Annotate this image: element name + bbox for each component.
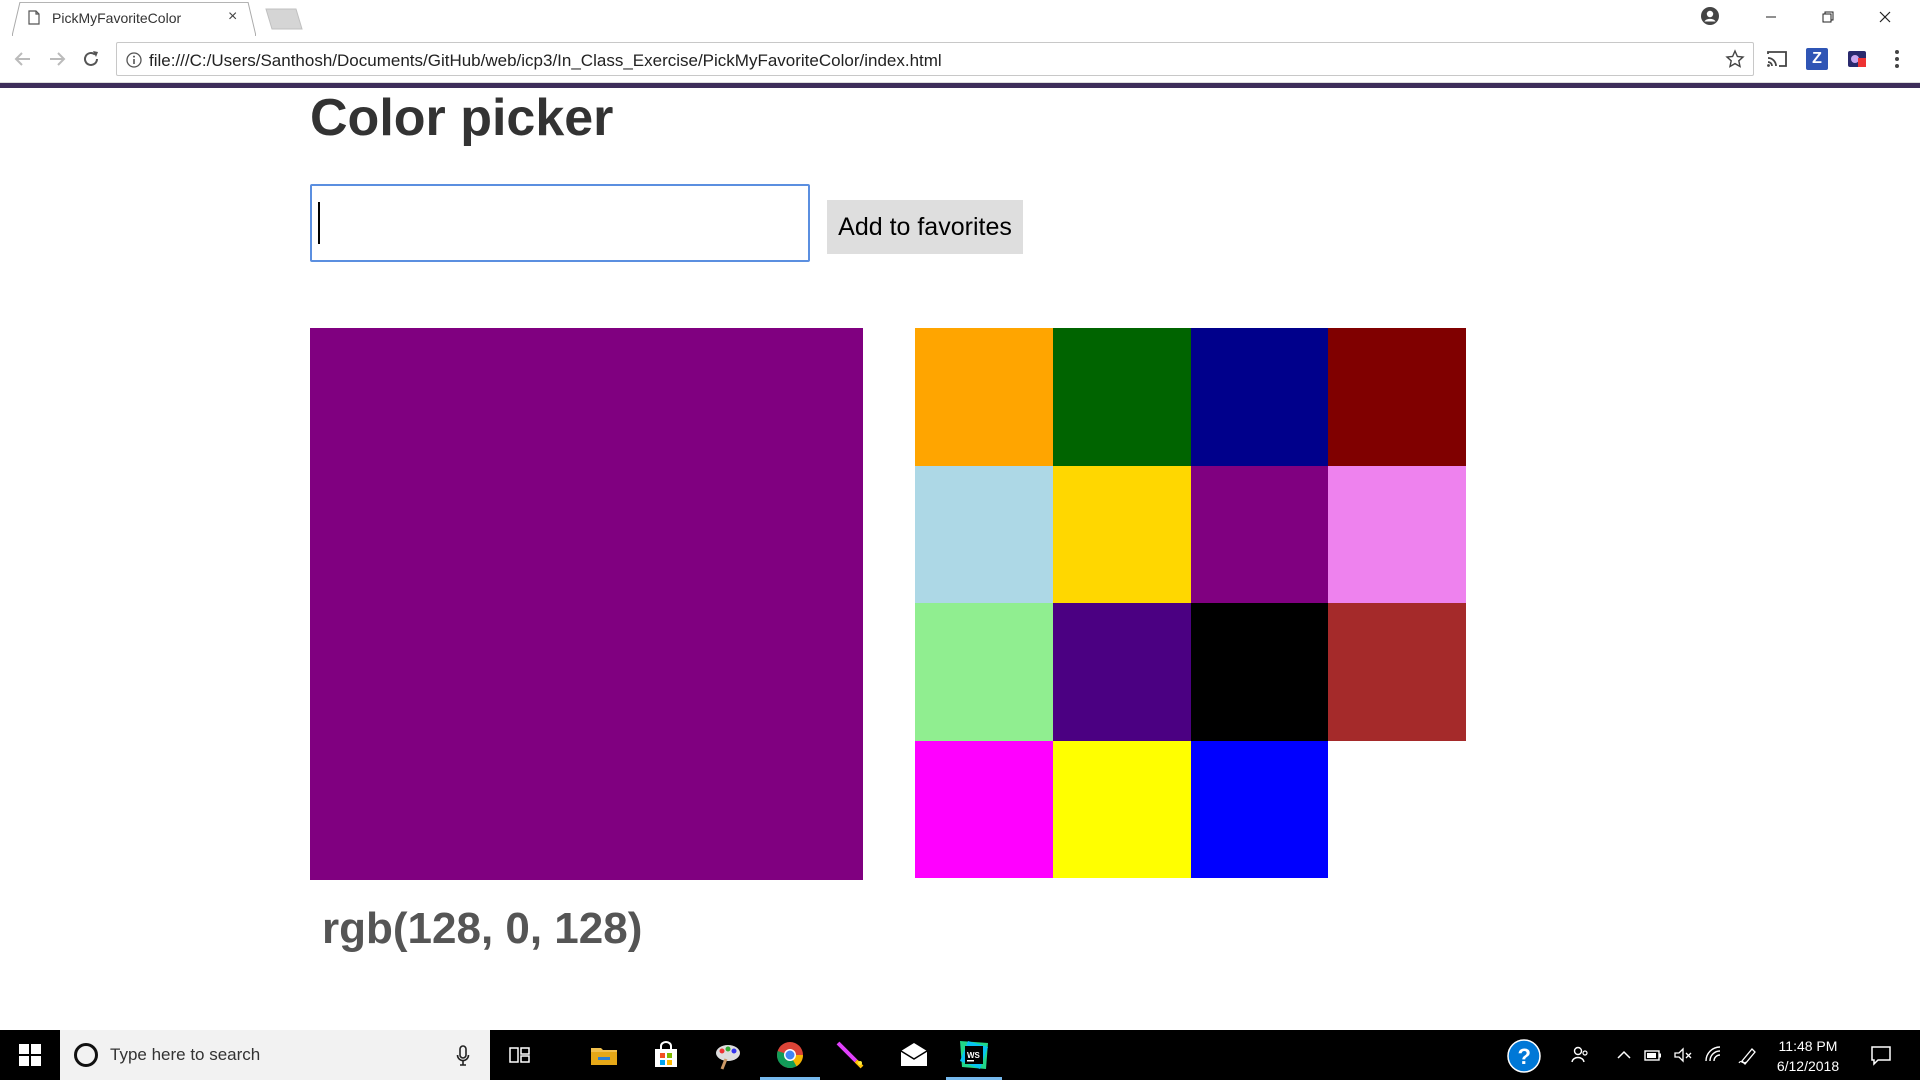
restore-button[interactable] bbox=[1805, 4, 1851, 30]
store-icon[interactable] bbox=[650, 1039, 682, 1071]
page-title: Color picker bbox=[310, 89, 614, 147]
wifi-icon[interactable] bbox=[1704, 1045, 1724, 1065]
people-icon[interactable] bbox=[1570, 1045, 1590, 1065]
cortana-icon bbox=[74, 1043, 98, 1067]
mail-icon[interactable] bbox=[898, 1039, 930, 1071]
add-to-favorites-button[interactable]: Add to favorites bbox=[827, 200, 1023, 254]
browser-tab-strip: PickMyFavoriteColor × bbox=[0, 0, 1920, 36]
reload-icon[interactable] bbox=[80, 48, 102, 70]
favorite-color-swatch[interactable] bbox=[1052, 328, 1191, 466]
favorite-color-swatch[interactable] bbox=[1190, 603, 1329, 741]
address-bar[interactable]: file:///C:/Users/Santhosh/Documents/GitH… bbox=[116, 42, 1754, 76]
task-view-icon[interactable] bbox=[504, 1039, 536, 1071]
favorite-color-swatch[interactable] bbox=[1328, 465, 1466, 603]
close-window-button[interactable] bbox=[1862, 4, 1908, 30]
favorite-colors-grid bbox=[915, 328, 1466, 878]
url-text: file:///C:/Users/Santhosh/Documents/GitH… bbox=[149, 51, 942, 70]
clock-date: 6/12/2018 bbox=[1776, 1058, 1840, 1074]
search-placeholder: Type here to search bbox=[110, 1045, 261, 1064]
svg-text:WS: WS bbox=[967, 1051, 981, 1060]
favorite-color-swatch[interactable] bbox=[1328, 603, 1466, 741]
minimize-icon bbox=[1766, 16, 1776, 18]
favorite-color-swatch[interactable] bbox=[1190, 465, 1329, 603]
color-input[interactable] bbox=[310, 184, 810, 262]
chrome-icon[interactable] bbox=[774, 1039, 806, 1071]
text-caret bbox=[318, 202, 320, 244]
bookmark-star-icon[interactable] bbox=[1725, 49, 1745, 69]
volume-muted-icon[interactable] bbox=[1673, 1045, 1693, 1065]
favorite-color-swatch[interactable] bbox=[915, 328, 1053, 466]
favorite-color-swatch[interactable] bbox=[1190, 328, 1329, 466]
start-button[interactable] bbox=[0, 1030, 60, 1080]
favorite-color-swatch[interactable] bbox=[1328, 328, 1466, 466]
extension-icon[interactable] bbox=[1846, 48, 1868, 70]
pen-app-icon[interactable] bbox=[834, 1039, 866, 1071]
favorite-color-swatch[interactable] bbox=[1190, 740, 1329, 878]
webstorm-icon[interactable]: WS bbox=[958, 1039, 990, 1071]
favorite-color-swatch[interactable] bbox=[1052, 603, 1191, 741]
browser-toolbar: file:///C:/Users/Santhosh/Documents/GitH… bbox=[0, 36, 1920, 83]
pen-ink-icon[interactable] bbox=[1738, 1045, 1758, 1065]
favorite-color-swatch[interactable] bbox=[915, 603, 1053, 741]
svg-text:?: ? bbox=[1518, 1044, 1531, 1069]
taskbar-clock[interactable]: 11:48 PM 6/12/2018 bbox=[1768, 1036, 1848, 1076]
minimize-button[interactable] bbox=[1748, 4, 1794, 30]
help-icon[interactable]: ? bbox=[1506, 1038, 1542, 1074]
selected-color-rgb-label: rgb(128, 0, 128) bbox=[322, 904, 643, 953]
cast-icon[interactable] bbox=[1766, 48, 1788, 70]
profile-icon[interactable] bbox=[1700, 6, 1720, 26]
favorite-color-swatch[interactable] bbox=[1052, 465, 1191, 603]
windows-taskbar: Type here to search WS ? 11:48 PM 6/12/2… bbox=[0, 1030, 1920, 1080]
microphone-icon[interactable] bbox=[456, 1044, 470, 1068]
paint-icon[interactable] bbox=[712, 1039, 744, 1071]
battery-icon[interactable] bbox=[1643, 1045, 1663, 1065]
tab-title: PickMyFavoriteColor bbox=[52, 10, 182, 26]
favorite-color-swatch[interactable] bbox=[1052, 740, 1191, 878]
windows-logo-icon bbox=[19, 1044, 41, 1066]
restore-icon bbox=[1822, 11, 1834, 23]
menu-dots-icon[interactable] bbox=[1886, 48, 1908, 70]
tab-close-icon[interactable]: × bbox=[228, 8, 237, 26]
favorite-color-swatch[interactable] bbox=[915, 465, 1053, 603]
file-explorer-icon[interactable] bbox=[588, 1039, 620, 1071]
new-tab-button[interactable] bbox=[262, 8, 304, 30]
taskbar-search-box[interactable]: Type here to search bbox=[60, 1030, 490, 1080]
favorite-color-swatch[interactable] bbox=[915, 740, 1053, 878]
close-icon bbox=[1879, 11, 1891, 23]
forward-icon[interactable] bbox=[46, 48, 68, 70]
zotero-extension-icon[interactable]: Z bbox=[1806, 48, 1828, 70]
chevron-up-icon[interactable] bbox=[1614, 1045, 1634, 1065]
selected-color-swatch bbox=[310, 328, 863, 880]
info-icon[interactable] bbox=[126, 52, 142, 68]
action-center-icon[interactable] bbox=[1870, 1044, 1892, 1066]
back-icon[interactable] bbox=[12, 48, 34, 70]
document-icon bbox=[28, 10, 40, 25]
page-content: Color picker Add to favorites rgb(128, 0… bbox=[0, 88, 1920, 1030]
clock-time: 11:48 PM bbox=[1778, 1038, 1838, 1054]
